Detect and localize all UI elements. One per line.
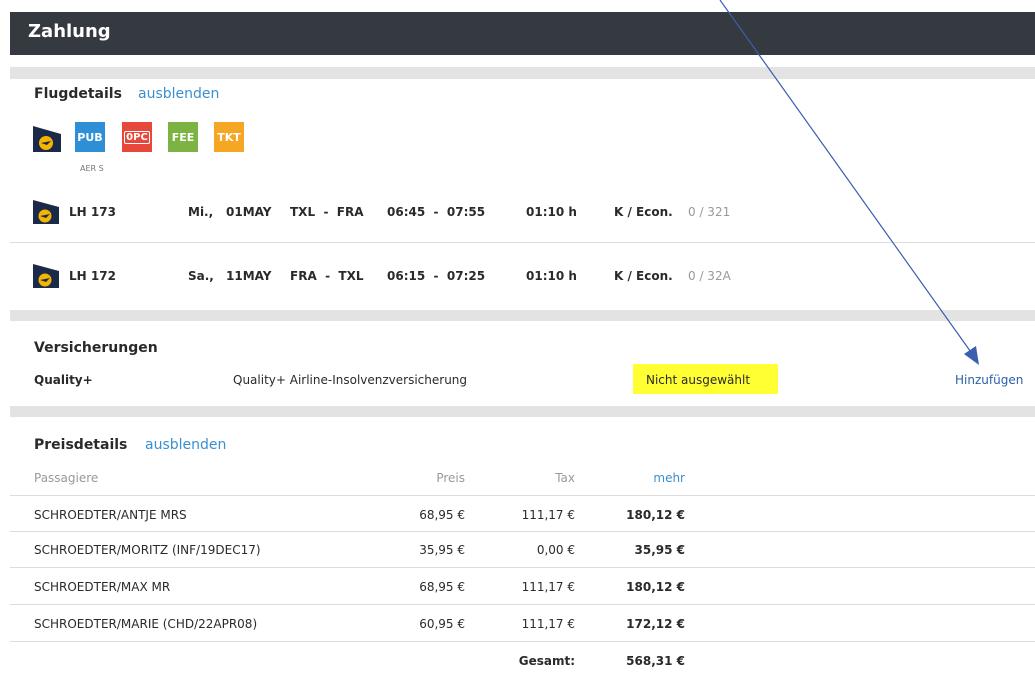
flight-details-title: Flugdetails [34, 86, 122, 102]
opc-badge-label: 0PC [124, 130, 150, 144]
flight-time: 06:15 - 07:25 [387, 269, 486, 283]
flight-aircraft: 0 / 32A [688, 269, 731, 283]
column-header-passengers: Passagiere [34, 471, 99, 485]
pub-badge: PUB [75, 122, 105, 152]
section-divider [10, 310, 1035, 321]
insurance-status: Nicht ausgewählt [646, 373, 751, 387]
insurance-name: Quality+ [34, 373, 93, 387]
opc-badge: 0PC [122, 122, 152, 152]
column-header-price: Preis [436, 471, 465, 485]
airline-logo-icon [33, 264, 59, 288]
passenger-tax: 111,17 € [521, 580, 575, 594]
passenger-total: 35,95 € [634, 543, 685, 557]
airline-logo-icon [33, 126, 61, 152]
passenger-tax: 111,17 € [521, 617, 575, 631]
insurance-description: Quality+ Airline-Insolvenzversicherung [233, 373, 468, 387]
passenger-name: SCHROEDTER/MORITZ (INF/19DEC17) [34, 543, 261, 557]
flight-duration: 01:10 h [526, 269, 577, 283]
passenger-price: 35,95 € [419, 543, 465, 557]
passenger-total: 180,12 € [626, 580, 685, 594]
price-details-toggle[interactable]: ausblenden [145, 437, 226, 453]
page-header: Zahlung [10, 12, 1035, 55]
flight-date: 11MAY [226, 269, 272, 283]
flight-number: LH 172 [69, 269, 116, 283]
flight-date: 01MAY [226, 205, 272, 219]
flight-details-toggle[interactable]: ausblenden [138, 86, 219, 102]
page-title: Zahlung [28, 21, 111, 42]
passenger-price: 68,95 € [419, 508, 465, 522]
passenger-tax: 0,00 € [536, 543, 575, 557]
total-value: 568,31 € [626, 654, 685, 668]
passenger-name: SCHROEDTER/ANTJE MRS [34, 508, 187, 522]
flight-class: K / Econ. [614, 269, 673, 283]
column-header-more[interactable]: mehr [605, 471, 685, 485]
insurance-title: Versicherungen [34, 340, 158, 356]
passenger-name: SCHROEDTER/MAX MR [34, 580, 171, 594]
flight-day: Sa., [188, 269, 214, 283]
flight-number: LH 173 [69, 205, 116, 219]
flight-route: FRA - TXL [290, 269, 364, 283]
flight-duration: 01:10 h [526, 205, 577, 219]
passenger-price: 60,95 € [419, 617, 465, 631]
row-divider [10, 531, 1035, 532]
row-divider [10, 641, 1035, 642]
passenger-total: 172,12 € [626, 617, 685, 631]
passenger-name: SCHROEDTER/MARIE (CHD/22APR08) [34, 617, 258, 631]
tkt-badge: TKT [214, 122, 244, 152]
flight-time: 06:45 - 07:55 [387, 205, 486, 219]
row-divider [10, 567, 1035, 568]
section-divider [10, 67, 1035, 79]
badge-caption: AER S [80, 164, 104, 173]
passenger-total: 180,12 € [626, 508, 685, 522]
column-header-tax: Tax [555, 471, 575, 485]
fee-badge: FEE [168, 122, 198, 152]
airline-logo-icon [33, 200, 59, 224]
flight-route: TXL - FRA [290, 205, 364, 219]
row-divider [10, 242, 1035, 243]
section-divider [10, 406, 1035, 417]
flight-day: Mi., [188, 205, 214, 219]
row-divider [10, 604, 1035, 605]
flight-aircraft: 0 / 321 [688, 205, 731, 219]
row-divider [10, 495, 1035, 496]
passenger-tax: 111,17 € [521, 508, 575, 522]
price-details-title: Preisdetails [34, 437, 128, 453]
total-label: Gesamt: [518, 654, 575, 668]
passenger-price: 68,95 € [419, 580, 465, 594]
flight-class: K / Econ. [614, 205, 673, 219]
add-insurance-link[interactable]: Hinzufügen [955, 373, 1023, 387]
